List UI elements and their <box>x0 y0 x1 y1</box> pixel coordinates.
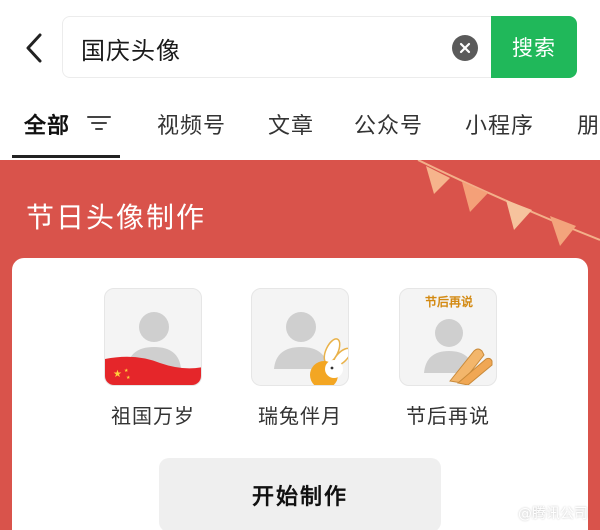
festival-avatar-card: 节日头像制作 ★ ★ ★ 祖国万岁 瑞兔伴月 节后再说 节后再说 开始制作 <box>0 160 600 530</box>
svg-text:★: ★ <box>126 375 131 381</box>
active-tab-indicator <box>12 155 120 158</box>
search-button[interactable]: 搜索 <box>491 16 577 78</box>
bunting-decoration <box>417 160 600 246</box>
template-item[interactable]: 瑞兔伴月 <box>225 288 375 429</box>
template-label: 节后再说 <box>406 404 490 428</box>
clear-icon[interactable] <box>452 35 478 61</box>
tab-mini-programs[interactable]: 小程序 <box>465 108 534 140</box>
rabbit-icon <box>310 338 348 385</box>
template-item[interactable]: ★ ★ ★ 祖国万岁 <box>78 288 228 429</box>
search-query[interactable]: 国庆头像 <box>81 31 181 66</box>
back-arrow-icon <box>26 33 42 63</box>
search-input[interactable]: 国庆头像 搜索 <box>62 16 577 78</box>
template-panel: ★ ★ ★ 祖国万岁 瑞兔伴月 节后再说 节后再说 开始制作 <box>12 258 588 530</box>
start-making-button[interactable]: 开始制作 <box>159 458 441 530</box>
person-icon: ★ ★ ★ <box>105 312 201 385</box>
template-badge: 节后再说 <box>424 295 473 309</box>
template-thumbnail[interactable]: 节后再说 <box>399 288 497 386</box>
search-bar: 国庆头像 搜索 <box>0 0 600 96</box>
svg-text:★: ★ <box>113 369 122 380</box>
tab-all[interactable]: 全部 <box>24 108 70 140</box>
back-button[interactable] <box>18 30 50 66</box>
card-title: 节日头像制作 <box>26 201 207 234</box>
watermark: @腾讯公司 <box>518 506 588 522</box>
template-thumbnail[interactable]: ★ ★ ★ <box>104 288 202 386</box>
filter-icon[interactable] <box>86 112 112 134</box>
hand-gesture-icon <box>449 348 493 385</box>
template-thumbnail[interactable] <box>251 288 349 386</box>
template-label: 瑞兔伴月 <box>258 404 342 428</box>
template-label: 祖国万岁 <box>111 404 195 428</box>
filter-tabs: 全部 视频号 文章 公众号 小程序 朋 <box>0 96 600 160</box>
tab-channels[interactable]: 视频号 <box>157 108 226 140</box>
tab-articles[interactable]: 文章 <box>268 108 314 140</box>
svg-text:★: ★ <box>124 368 129 374</box>
tab-moments[interactable]: 朋 <box>577 108 600 140</box>
tab-official-accounts[interactable]: 公众号 <box>354 108 423 140</box>
template-item[interactable]: 节后再说 节后再说 <box>373 288 523 429</box>
